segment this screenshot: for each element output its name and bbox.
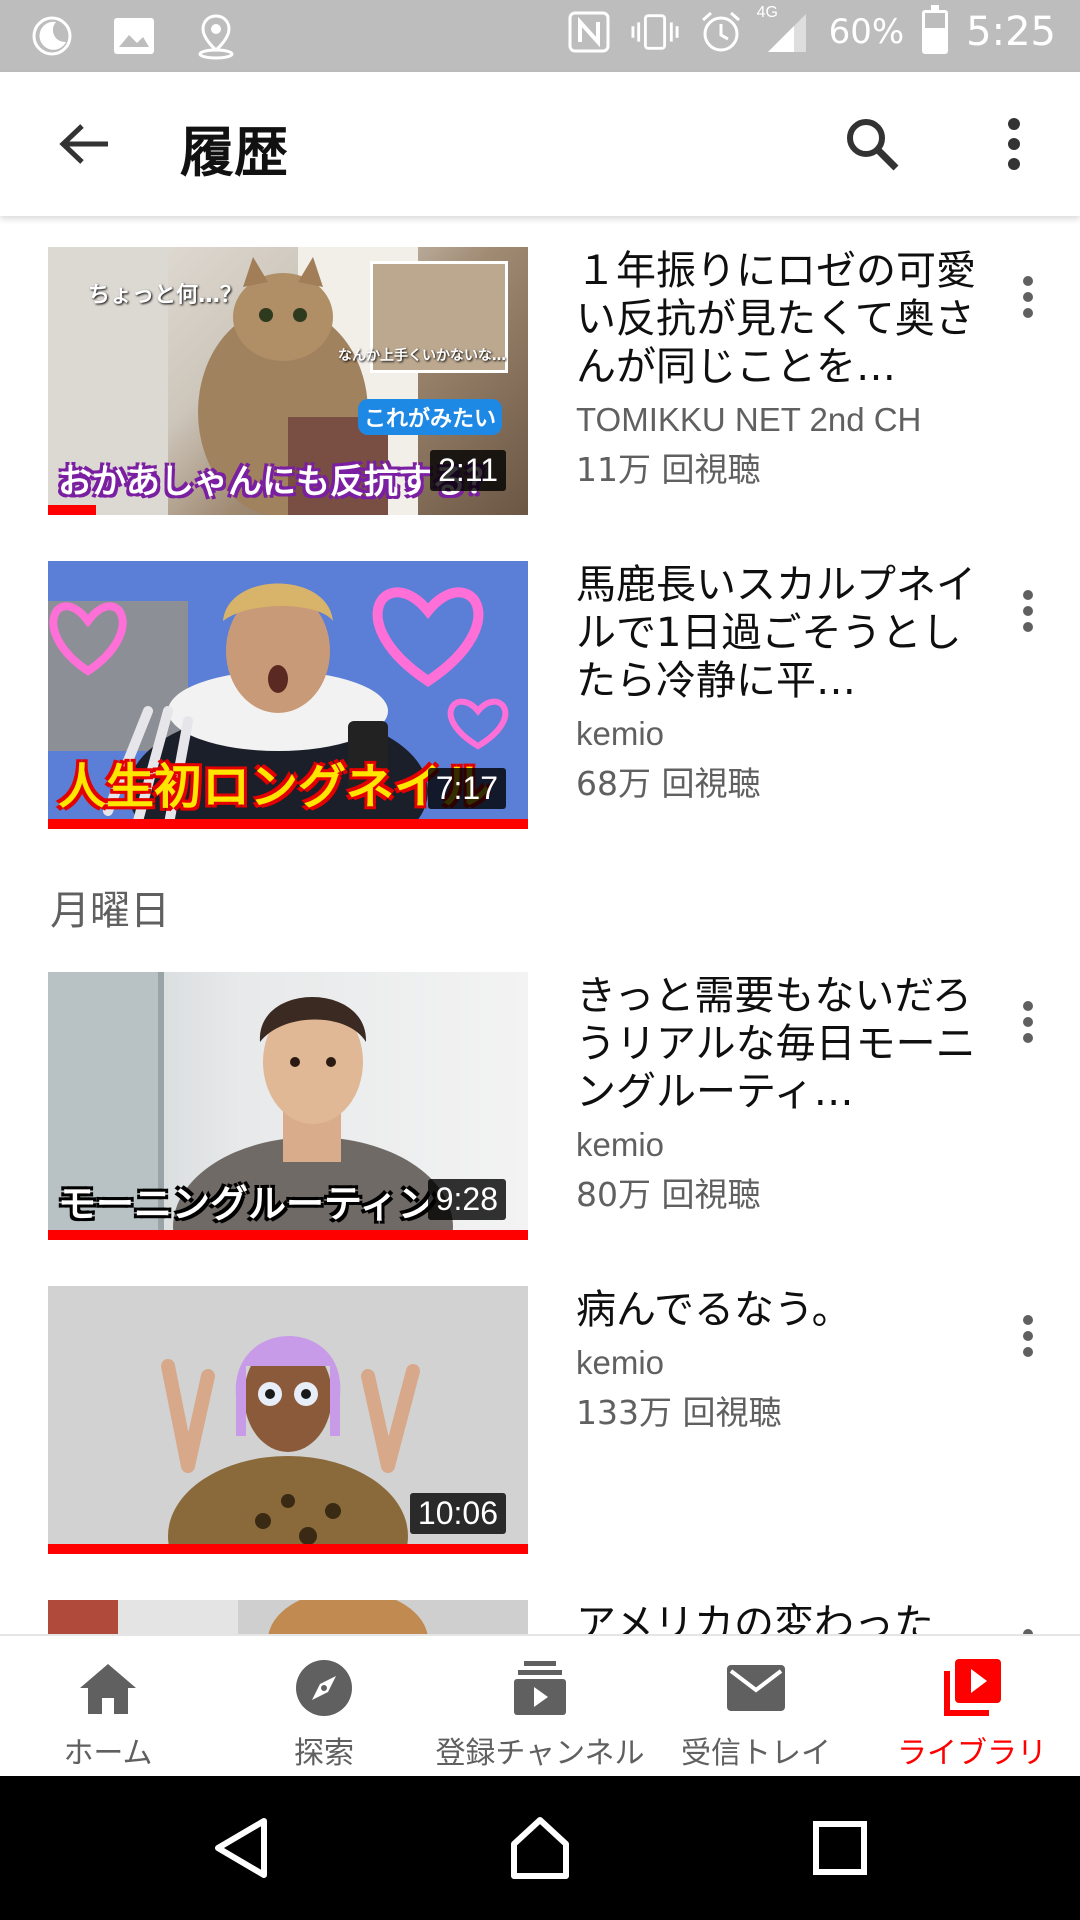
square-recents-icon xyxy=(813,1821,867,1875)
video-channel: kemio xyxy=(576,715,665,752)
system-home-button[interactable] xyxy=(504,1812,576,1884)
page-title: 履歴 xyxy=(180,121,288,184)
battery-percent: 60% xyxy=(828,12,905,52)
app-bar: 履歴 xyxy=(0,72,1080,216)
video-thumbnail[interactable]: 人生初ロングネイル 7:17 xyxy=(48,561,528,829)
video-duration: 10:06 xyxy=(409,1493,506,1534)
more-vert-icon xyxy=(1023,1001,1033,1043)
arrow-back-icon xyxy=(59,124,108,164)
video-item[interactable]: 10:06 病んでるなう。 kemio 133万 回視聴 xyxy=(0,1286,1080,1556)
vibrate-icon xyxy=(631,8,679,56)
system-back-button[interactable] xyxy=(206,1812,278,1884)
video-duration: 2:11 xyxy=(430,450,506,491)
nav-explore[interactable]: 探索 xyxy=(216,1636,432,1776)
watch-progress-bar xyxy=(48,505,96,515)
watch-progress-bar xyxy=(48,1230,528,1240)
subscriptions-icon xyxy=(508,1656,572,1720)
video-options-button[interactable] xyxy=(1008,581,1048,641)
nav-explore-label: 探索 xyxy=(294,1736,354,1771)
video-meta[interactable]: １年振りにロゼの可愛い反抗が見たくて奥さんが同じことを… TOMIKKU NET… xyxy=(576,247,976,491)
nav-subscriptions-label: 登録チャンネル xyxy=(435,1736,645,1771)
nfc-icon xyxy=(565,8,613,56)
home-icon xyxy=(76,1656,140,1720)
nav-inbox-label: 受信トレイ xyxy=(681,1736,831,1771)
status-bar: 4G 60% 5:25 xyxy=(0,0,1080,72)
home-outline-icon xyxy=(511,1817,569,1879)
video-channel: kemio xyxy=(576,1344,665,1381)
clock: 5:25 xyxy=(966,9,1056,55)
video-title[interactable]: 馬鹿長いスカルプネイルで1日過ごそうとしたら冷静に平… xyxy=(576,561,976,705)
video-channel: kemio xyxy=(576,1126,665,1163)
system-recents-button[interactable] xyxy=(804,1812,876,1884)
video-options-button[interactable] xyxy=(1008,992,1048,1052)
video-item[interactable]: なんか上手くいかないな… ちょっと何…？ これがみたい おかあしゃんにも反抗する… xyxy=(0,247,1080,517)
alarm-icon xyxy=(697,8,745,56)
nav-library-label: ライブラリ xyxy=(897,1736,1047,1771)
network-type: 4G xyxy=(756,4,778,21)
location-notification-icon xyxy=(192,12,240,60)
image-notification-icon xyxy=(110,12,158,60)
search-icon xyxy=(847,119,899,171)
video-thumbnail[interactable]: 10:06 xyxy=(48,1286,528,1554)
more-vert-icon xyxy=(1023,1315,1033,1357)
video-duration: 9:28 xyxy=(427,1179,506,1220)
video-thumbnail[interactable] xyxy=(48,1600,528,1634)
video-options-button[interactable] xyxy=(1008,267,1048,327)
nav-subscriptions[interactable]: 登録チャンネル xyxy=(432,1636,648,1776)
more-vert-icon xyxy=(1008,118,1020,170)
triangle-back-icon xyxy=(215,1818,267,1878)
video-item[interactable]: 人生初ロングネイル 7:17 馬鹿長いスカルプネイルで1日過ごそうとしたら冷静に… xyxy=(0,561,1080,831)
video-options-button[interactable] xyxy=(1008,1306,1048,1366)
library-icon xyxy=(940,1656,1004,1720)
video-options-button[interactable] xyxy=(1008,1620,1048,1634)
thumbnail-subcaption: ちょっと何…？ xyxy=(88,283,243,308)
more-options-button[interactable] xyxy=(990,112,1038,176)
video-duration: 7:17 xyxy=(427,768,506,809)
video-item[interactable]: モーニングルーティン 9:28 きっと需要もないだろうリアルな毎日モーニングルー… xyxy=(0,972,1080,1242)
bottom-navigation: ホーム 探索 登録チャンネル 受信トレイ ライブラリ xyxy=(0,1634,1080,1776)
video-thumbnail[interactable]: モーニングルーティン 9:28 xyxy=(48,972,528,1240)
nav-home[interactable]: ホーム xyxy=(0,1636,216,1776)
thumbnail-inset-caption: なんか上手くいかないな… xyxy=(338,348,506,364)
watch-progress-bar xyxy=(48,819,528,829)
back-button[interactable] xyxy=(52,112,116,176)
video-views: 11万 回視聴 xyxy=(576,450,761,489)
video-title[interactable]: 病んでるなう。 xyxy=(576,1286,976,1334)
video-views: 68万 回視聴 xyxy=(576,764,761,803)
thumbnail-label: これがみたい xyxy=(357,399,502,435)
more-vert-icon xyxy=(1023,276,1033,318)
thumbnail-caption: 人生初ロングネイル xyxy=(58,759,491,815)
nav-home-label: ホーム xyxy=(63,1736,153,1771)
nav-library[interactable]: ライブラリ xyxy=(864,1636,1080,1776)
video-views: 80万 回視聴 xyxy=(576,1175,761,1214)
video-title[interactable]: １年振りにロゼの可愛い反抗が見たくて奥さんが同じことを… xyxy=(576,247,976,391)
system-navigation-bar xyxy=(0,1776,1080,1920)
explore-compass-icon xyxy=(292,1656,356,1720)
mail-icon xyxy=(724,1656,788,1720)
video-views: 133万 回視聴 xyxy=(576,1393,782,1432)
video-item[interactable]: アメリカの変わった xyxy=(0,1600,1080,1634)
video-meta[interactable]: 病んでるなう。 kemio 133万 回視聴 xyxy=(576,1286,976,1434)
video-title[interactable]: アメリカの変わった xyxy=(576,1600,976,1634)
video-meta[interactable]: アメリカの変わった xyxy=(576,1600,976,1634)
video-title[interactable]: きっと需要もないだろうリアルな毎日モーニングルーティ… xyxy=(576,972,976,1116)
video-thumbnail[interactable]: なんか上手くいかないな… ちょっと何…？ これがみたい おかあしゃんにも反抗する… xyxy=(48,247,528,515)
video-channel: TOMIKKU NET 2nd CH xyxy=(576,401,922,438)
search-button[interactable] xyxy=(840,112,904,176)
nav-inbox[interactable]: 受信トレイ xyxy=(648,1636,864,1776)
thumbnail-caption: モーニングルーティン xyxy=(58,1182,436,1226)
video-meta[interactable]: きっと需要もないだろうリアルな毎日モーニングルーティ… kemio 80万 回視… xyxy=(576,972,976,1216)
night-mode-icon xyxy=(28,12,76,60)
more-vert-icon xyxy=(1023,590,1033,632)
section-header-monday: 月曜日 xyxy=(50,888,170,934)
watch-progress-bar xyxy=(48,1544,528,1554)
history-list[interactable]: なんか上手くいかないな… ちょっと何…？ これがみたい おかあしゃんにも反抗する… xyxy=(0,216,1080,1634)
video-meta[interactable]: 馬鹿長いスカルプネイルで1日過ごそうとしたら冷静に平… kemio 68万 回視… xyxy=(576,561,976,805)
signal-icon: 4G xyxy=(757,4,811,56)
battery-icon xyxy=(922,5,949,54)
